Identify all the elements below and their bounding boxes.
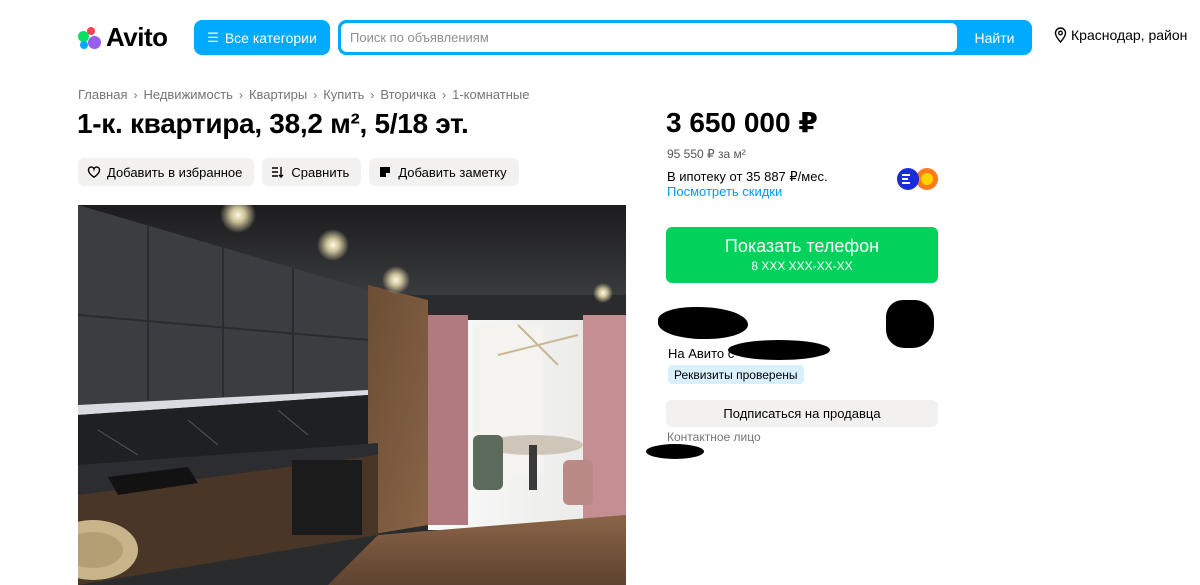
compare-icon: [272, 167, 284, 178]
breadcrumb-item[interactable]: Квартиры: [249, 87, 307, 102]
search-button[interactable]: Найти: [957, 20, 1032, 55]
compare-label: Сравнить: [291, 164, 350, 180]
kitchen-photo-image: [78, 205, 626, 585]
contact-person-label: Контактное лицо: [667, 430, 761, 444]
add-note-label: Добавить заметку: [398, 164, 507, 180]
verified-badge: Реквизиты проверены: [668, 365, 804, 384]
breadcrumb-item[interactable]: Купить: [323, 87, 364, 102]
show-phone-label: Показать телефон: [724, 236, 880, 256]
chevron-right-icon: ›: [370, 87, 375, 102]
view-discounts-link[interactable]: Посмотреть скидки: [667, 184, 782, 199]
mortgage-text: В ипотеку от 35 887 ₽/мес.: [667, 169, 828, 184]
on-avito-label: На Авито с: [668, 346, 735, 361]
chevron-right-icon: ›: [313, 87, 318, 102]
on-avito-since: На Авито с: [668, 346, 734, 361]
subscribe-seller-button[interactable]: Подписаться на продавца: [666, 400, 938, 427]
redacted-seller-name: [658, 307, 748, 339]
add-note-button[interactable]: Добавить заметку: [369, 158, 519, 186]
location-pin-icon: [1054, 27, 1067, 43]
search-input[interactable]: [341, 23, 957, 52]
listing-actions: Добавить в избранное Сравнить Добавить з…: [78, 158, 519, 186]
redacted-contact-name: [646, 444, 704, 459]
all-categories-label: Все категории: [224, 29, 317, 46]
header: Avito ☰ Все категории Найти Краснодар, р…: [0, 0, 1200, 75]
logo-dots-icon: [78, 26, 102, 50]
listing-photo[interactable]: [78, 205, 626, 585]
location-selector[interactable]: Краснодар, район: [1054, 27, 1187, 43]
phone-masked: 8 XXX XXX-XX-XX: [751, 259, 853, 273]
compare-button[interactable]: Сравнить: [262, 158, 362, 186]
note-icon: [380, 167, 391, 177]
add-to-favorites-button[interactable]: Добавить в избранное: [78, 158, 255, 186]
search-bar: Найти: [338, 20, 1032, 55]
heart-icon: [87, 166, 101, 179]
redacted-seller-avatar: [886, 300, 934, 348]
breadcrumb-item[interactable]: 1-комнатные: [452, 87, 529, 102]
breadcrumb-item[interactable]: Вторичка: [380, 87, 436, 102]
price-per-m2: 95 550 ₽ за м²: [667, 147, 746, 161]
chevron-right-icon: ›: [442, 87, 447, 102]
redacted-since-date: [728, 340, 830, 360]
location-label: Краснодар, район: [1071, 27, 1188, 43]
price: 3 650 000 ₽: [666, 107, 818, 138]
logo-text: Avito: [106, 22, 168, 52]
breadcrumb-item[interactable]: Главная: [78, 87, 127, 102]
show-phone-button[interactable]: Показать телефон 8 XXX XXX-XX-XX: [666, 227, 938, 283]
all-categories-button[interactable]: ☰ Все категории: [194, 20, 330, 55]
categories-icon: ☰: [207, 29, 219, 45]
avito-logo[interactable]: Avito: [78, 22, 168, 53]
listing-title: 1-к. квартира, 38,2 м², 5/18 эт.: [77, 108, 469, 139]
breadcrumb-item[interactable]: Недвижимость: [143, 87, 232, 102]
breadcrumb: Главная › Недвижимость › Квартиры › Купи…: [78, 87, 529, 102]
chevron-right-icon: ›: [238, 87, 243, 102]
chevron-right-icon: ›: [133, 87, 138, 102]
bank-logos-icon: [897, 168, 938, 190]
add-to-favorites-label: Добавить в избранное: [107, 164, 243, 180]
